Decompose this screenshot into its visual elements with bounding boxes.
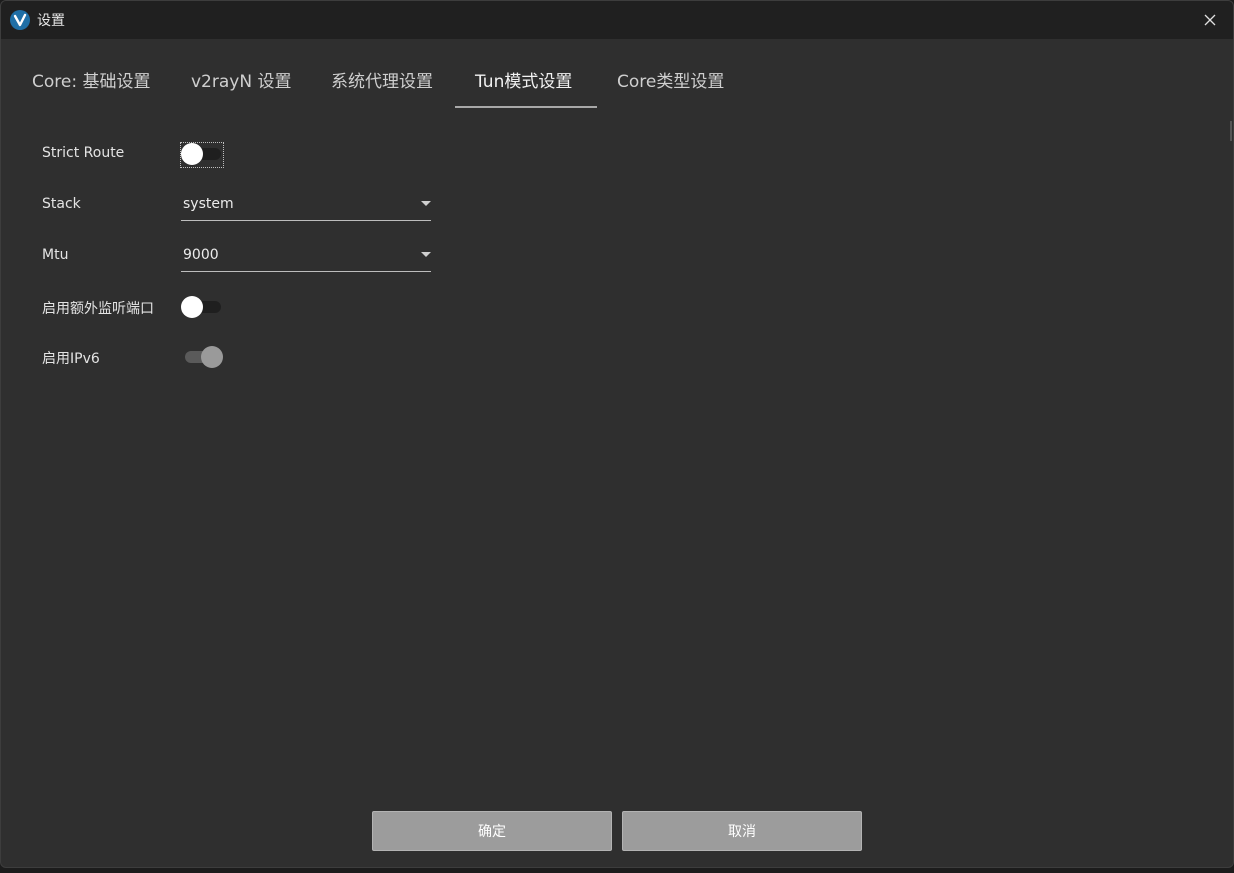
toggle-track: [185, 148, 221, 160]
settings-window: 设置 Core: 基础设置 v2rayN 设置 系统代理设置 Tun模式设置 C…: [0, 0, 1234, 868]
toggle-knob: [181, 296, 203, 318]
strict-route-row: Strict Route: [41, 139, 461, 169]
extra-listen-port-label: 启用额外监听端口: [42, 301, 154, 317]
toggle-knob: [181, 143, 203, 165]
close-button[interactable]: [1187, 1, 1233, 39]
title-bar: 设置: [1, 1, 1233, 39]
stack-value: system: [183, 196, 234, 212]
mtu-value: 9000: [183, 247, 219, 263]
mtu-row: Mtu 9000: [41, 241, 461, 272]
mtu-label: Mtu: [42, 247, 69, 263]
stack-label: Stack: [42, 196, 81, 212]
settings-tabs: Core: 基础设置 v2rayN 设置 系统代理设置 Tun模式设置 Core…: [1, 39, 1233, 109]
ipv6-label: 启用IPv6: [42, 351, 100, 367]
v2rayn-logo-icon: [10, 10, 30, 30]
cancel-button[interactable]: 取消: [622, 811, 862, 851]
ok-button[interactable]: 确定: [372, 811, 612, 851]
tab-system-proxy[interactable]: 系统代理设置: [331, 67, 433, 92]
extra-listen-port-row: 启用额外监听端口: [41, 292, 461, 322]
window-title: 设置: [37, 13, 65, 29]
scroll-indicator: [1230, 121, 1232, 141]
mtu-select[interactable]: 9000: [181, 241, 431, 272]
tab-core-type[interactable]: Core类型设置: [617, 67, 724, 92]
stack-row: Stack system: [41, 190, 461, 221]
dropdown-arrow-icon: [421, 252, 431, 257]
ipv6-toggle[interactable]: [181, 346, 223, 368]
strict-route-label: Strict Route: [42, 145, 125, 161]
toggle-knob: [201, 346, 223, 368]
tab-v2rayn[interactable]: v2rayN 设置: [191, 67, 291, 92]
ipv6-row: 启用IPv6: [41, 342, 461, 372]
tab-tun-mode[interactable]: Tun模式设置: [475, 67, 572, 92]
strict-route-toggle[interactable]: [180, 142, 224, 168]
stack-select[interactable]: system: [181, 190, 431, 221]
active-tab-indicator: [455, 106, 597, 108]
close-icon: [1204, 14, 1216, 26]
dropdown-arrow-icon: [421, 201, 431, 206]
tab-core-basic[interactable]: Core: 基础设置: [32, 67, 150, 92]
extra-listen-port-toggle[interactable]: [181, 296, 223, 318]
